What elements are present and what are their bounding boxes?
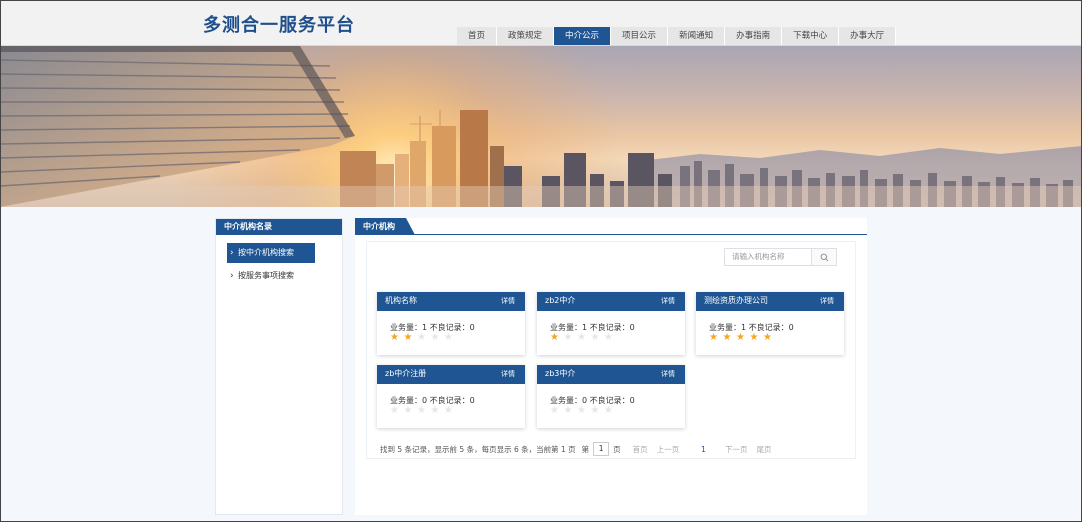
star-icon: ★ xyxy=(577,405,586,416)
agency-card-header: 机构名称 详情 xyxy=(377,292,525,311)
star-icon: ★ xyxy=(403,332,413,343)
tab-agencies[interactable]: 中介机构 xyxy=(355,218,415,235)
prev-page-link[interactable]: 上一页 xyxy=(657,444,680,455)
agency-card-header: zb中介注册 详情 xyxy=(377,365,525,384)
star-icon: ★ xyxy=(550,405,559,416)
search-button[interactable] xyxy=(811,248,837,266)
page-number-input[interactable]: 1 xyxy=(593,442,610,456)
rating-stars: ★ ★ ★ ★ ★ xyxy=(390,405,458,416)
agency-detail-link[interactable]: 详情 xyxy=(501,292,515,311)
star-icon: ★ xyxy=(577,332,586,343)
first-page-link[interactable]: 首页 xyxy=(633,444,648,455)
agency-name: 机构名称 xyxy=(385,296,417,305)
nav-item[interactable]: 中介公示 xyxy=(554,27,612,45)
nav-item[interactable]: 下载中心 xyxy=(782,27,840,45)
agency-detail-link[interactable]: 详情 xyxy=(501,365,515,384)
site-logo[interactable]: 多测合一服务平台 xyxy=(203,11,355,37)
last-page-link[interactable]: 尾页 xyxy=(756,444,771,455)
sidebar-item-search-by-service[interactable]: › 按服务事项搜索 xyxy=(227,266,315,286)
nav-item[interactable]: 新闻通知 xyxy=(668,27,726,45)
agency-detail-link[interactable]: 详情 xyxy=(661,365,675,384)
agency-card-header: 测绘资质办理公司 详情 xyxy=(696,292,844,311)
rating-stars: ★ ★ ★ ★ ★ xyxy=(550,405,618,416)
agency-card: zb2中介 详情 业务量：1 不良记录：0 ★ ★ ★ ★ ★ xyxy=(537,292,685,355)
nav-item[interactable]: 项目公示 xyxy=(611,27,669,45)
banner-illustration xyxy=(0,46,1082,207)
nav-item[interactable]: 办事大厅 xyxy=(839,27,897,45)
agency-name: zb中介注册 xyxy=(385,369,427,378)
city-banner-image xyxy=(0,46,1082,207)
nav-item[interactable]: 政策规定 xyxy=(497,27,555,45)
star-icon: ★ xyxy=(390,405,399,416)
search-icon xyxy=(820,253,828,261)
star-icon: ★ xyxy=(763,332,772,343)
main-panel: 中介机构 请输入机构名称 机构名称 详情 业务量：1 不良记录：0 ★ ★ ★ ★ ★ zb2中… xyxy=(355,218,867,515)
site-header: 多测合一服务平台 首页 政策规定 中介公示 项目公示 新闻通知 办事指南 下载中心 办事大厅 xyxy=(0,0,1082,46)
star-icon: ★ xyxy=(709,332,718,343)
star-icon: ★ xyxy=(604,332,613,343)
star-icon: ★ xyxy=(403,405,413,416)
sidebar-item-label: 按服务事项搜索 xyxy=(238,271,294,280)
star-icon: ★ xyxy=(430,405,440,416)
star-icon: ★ xyxy=(604,405,613,416)
tab-underline xyxy=(355,234,867,235)
agency-card: zb中介注册 详情 业务量：0 不良记录：0 ★ ★ ★ ★ ★ xyxy=(377,365,525,428)
sidebar: 中介机构名录 › 按中介机构搜索 › 按服务事项搜索 xyxy=(215,218,343,515)
rating-stars: ★ ★ ★ ★ ★ xyxy=(709,332,777,343)
search-input[interactable]: 请输入机构名称 xyxy=(724,248,812,266)
star-icon: ★ xyxy=(563,332,573,343)
agency-card-header: zb3中介 详情 xyxy=(537,365,685,384)
star-icon: ★ xyxy=(722,332,732,343)
agency-detail-link[interactable]: 详情 xyxy=(661,292,675,311)
pagination: 找到 5 条记录，显示前 5 条，每页显示 6 条，当前第 1 页 第 1 页 … xyxy=(380,441,771,457)
pagination-summary: 找到 5 条记录，显示前 5 条，每页显示 6 条，当前第 1 页 xyxy=(380,444,576,454)
sidebar-title: 中介机构名录 xyxy=(216,219,342,235)
star-icon: ★ xyxy=(444,332,453,343)
star-icon: ★ xyxy=(444,405,453,416)
rating-stars: ★ ★ ★ ★ ★ xyxy=(550,332,618,343)
sidebar-item-search-by-agency[interactable]: › 按中介机构搜索 xyxy=(227,243,315,263)
star-icon: ★ xyxy=(417,332,426,343)
star-icon: ★ xyxy=(590,332,600,343)
main-nav: 首页 政策规定 中介公示 项目公示 新闻通知 办事指南 下载中心 办事大厅 xyxy=(457,27,897,45)
agency-card-header: zb2中介 详情 xyxy=(537,292,685,311)
next-page-link[interactable]: 下一页 xyxy=(725,444,748,455)
star-icon: ★ xyxy=(563,405,573,416)
star-icon: ★ xyxy=(590,405,600,416)
agency-list-panel: 请输入机构名称 机构名称 详情 业务量：1 不良记录：0 ★ ★ ★ ★ ★ zb2中介 详情 业务… xyxy=(366,241,856,459)
star-icon: ★ xyxy=(736,332,745,343)
star-icon: ★ xyxy=(390,332,399,343)
rating-stars: ★ ★ ★ ★ ★ xyxy=(390,332,458,343)
star-icon: ★ xyxy=(749,332,759,343)
sidebar-item-label: 按中介机构搜索 xyxy=(238,248,294,257)
agency-name: zb3中介 xyxy=(545,369,576,378)
star-icon: ★ xyxy=(430,332,440,343)
agency-detail-link[interactable]: 详情 xyxy=(820,292,834,311)
current-page-link[interactable]: 1 xyxy=(701,445,706,454)
agency-card: zb3中介 详情 业务量：0 不良记录：0 ★ ★ ★ ★ ★ xyxy=(537,365,685,428)
agency-name: zb2中介 xyxy=(545,296,576,305)
chevron-right-icon: › xyxy=(230,248,234,258)
agency-card: 测绘资质办理公司 详情 业务量：1 不良记录：0 ★ ★ ★ ★ ★ xyxy=(696,292,844,355)
page-suffix: 页 xyxy=(613,444,621,454)
star-icon: ★ xyxy=(417,405,426,416)
nav-item[interactable]: 首页 xyxy=(457,27,498,45)
agency-name: 测绘资质办理公司 xyxy=(704,296,768,305)
page-prefix: 第 xyxy=(581,444,590,454)
star-icon: ★ xyxy=(550,332,559,343)
chevron-right-icon: › xyxy=(230,271,234,281)
agency-card: 机构名称 详情 业务量：1 不良记录：0 ★ ★ ★ ★ ★ xyxy=(377,292,525,355)
nav-item[interactable]: 办事指南 xyxy=(725,27,783,45)
